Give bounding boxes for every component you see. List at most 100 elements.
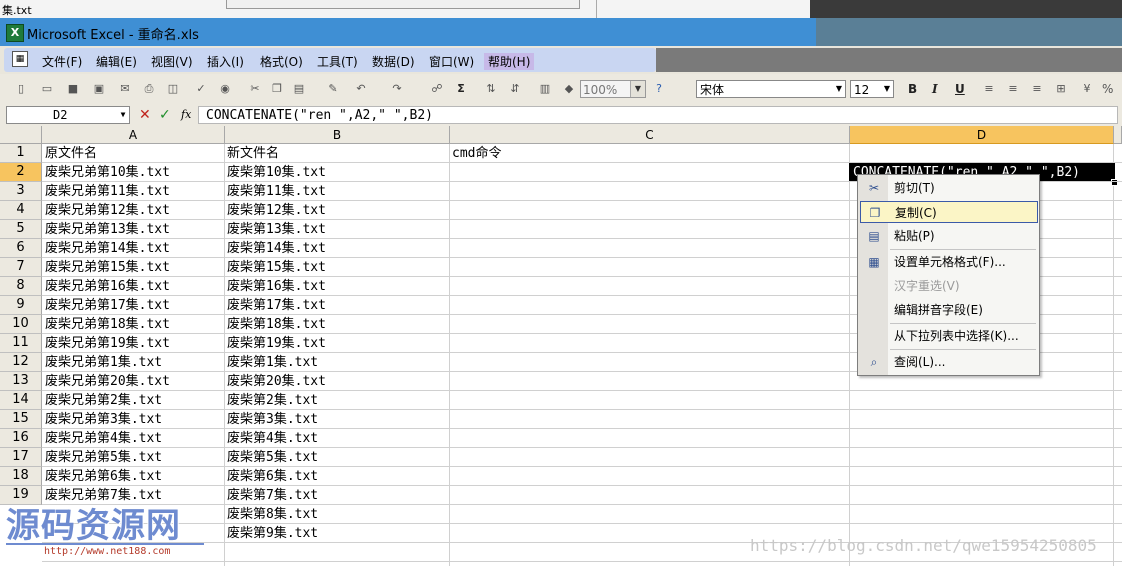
cell-b[interactable]: 废柴第18集.txt — [225, 315, 449, 334]
cell-a[interactable]: 废柴兄弟第10集.txt — [43, 163, 224, 182]
font-size-select[interactable]: 12 ▼ — [850, 80, 894, 98]
cell-a[interactable]: 废柴兄弟第15集.txt — [43, 258, 224, 277]
row-header[interactable]: 17 — [0, 448, 42, 467]
drawing-icon[interactable]: ◆ — [562, 82, 576, 96]
cell-a[interactable]: 废柴兄弟第1集.txt — [43, 353, 224, 372]
spelling-icon[interactable]: ✓ — [194, 82, 208, 96]
open-icon[interactable]: ▭ — [40, 82, 54, 96]
cell-b[interactable]: 废柴第9集.txt — [225, 524, 449, 543]
cell-b[interactable]: 废柴第12集.txt — [225, 201, 449, 220]
cell-b[interactable]: 废柴第1集.txt — [225, 353, 449, 372]
row-header[interactable]: 9 — [0, 296, 42, 315]
cell-a[interactable]: 废柴兄弟第19集.txt — [43, 334, 224, 353]
cell-b[interactable]: 废柴第15集.txt — [225, 258, 449, 277]
menu-view[interactable]: 视图(V) — [151, 53, 193, 70]
cell-b[interactable]: 废柴第19集.txt — [225, 334, 449, 353]
menu-tools[interactable]: 工具(T) — [317, 53, 358, 70]
cell-b[interactable]: 废柴第3集.txt — [225, 410, 449, 429]
cell-b[interactable]: 废柴第2集.txt — [225, 391, 449, 410]
cell-a[interactable]: 废柴兄弟第6集.txt — [43, 467, 224, 486]
workbook-icon[interactable]: ▦ — [12, 51, 28, 67]
row-header[interactable]: 15 — [0, 410, 42, 429]
insert-function-icon[interactable]: fx — [181, 108, 191, 121]
cell-a1[interactable]: 原文件名 — [43, 144, 224, 163]
row-header[interactable]: 10 — [0, 315, 42, 334]
cell-a[interactable]: 废柴兄弟第5集.txt — [43, 448, 224, 467]
menu-file[interactable]: 文件(F) — [42, 53, 82, 70]
cell-b[interactable]: 废柴第8集.txt — [225, 505, 449, 524]
undo-icon[interactable]: ↶ — [354, 82, 368, 96]
cell-a[interactable]: 废柴兄弟第2集.txt — [43, 391, 224, 410]
cell-a[interactable]: 废柴兄弟第13集.txt — [43, 220, 224, 239]
chevron-down-icon[interactable]: ▼ — [630, 81, 645, 97]
column-header-b[interactable]: B — [225, 126, 450, 144]
research-icon[interactable]: ◉ — [218, 82, 232, 96]
row-header[interactable]: 11 — [0, 334, 42, 353]
help-icon[interactable]: ? — [652, 82, 666, 96]
permission-icon[interactable]: ▣ — [92, 82, 106, 96]
percent-button[interactable]: % — [1102, 82, 1113, 96]
context-menu-cut[interactable]: ✂ 剪切(T) — [860, 177, 1038, 199]
cell-b[interactable]: 废柴第6集.txt — [225, 467, 449, 486]
column-header-a[interactable]: A — [42, 126, 225, 144]
row-header[interactable]: 6 — [0, 239, 42, 258]
print-preview-icon[interactable]: ◫ — [166, 82, 180, 96]
merge-center-icon[interactable]: ⊞ — [1054, 82, 1068, 96]
menu-edit[interactable]: 编辑(E) — [96, 53, 137, 70]
row-header[interactable]: 14 — [0, 391, 42, 410]
cell-a[interactable]: 废柴兄弟第12集.txt — [43, 201, 224, 220]
cell-a[interactable]: 废柴兄弟第14集.txt — [43, 239, 224, 258]
row-header[interactable]: 2 — [0, 163, 42, 182]
row-header[interactable]: 13 — [0, 372, 42, 391]
italic-button[interactable]: I — [932, 82, 938, 96]
cell-a[interactable]: 废柴兄弟第3集.txt — [43, 410, 224, 429]
hyperlink-icon[interactable]: ☍ — [430, 82, 444, 96]
font-name-select[interactable]: 宋体 ▼ — [696, 80, 846, 98]
column-header-c[interactable]: C — [450, 126, 850, 144]
cell-a[interactable]: 废柴兄弟第17集.txt — [43, 296, 224, 315]
row-header[interactable]: 7 — [0, 258, 42, 277]
redo-icon[interactable]: ↷ — [390, 82, 404, 96]
name-box[interactable]: D2 ▼ — [6, 106, 130, 124]
new-icon[interactable]: ▯ — [14, 82, 28, 96]
autosum-icon[interactable]: Σ — [454, 82, 468, 96]
context-menu-copy[interactable]: ❐ 复制(C) — [860, 201, 1038, 223]
row-header[interactable]: 3 — [0, 182, 42, 201]
row-header[interactable]: 4 — [0, 201, 42, 220]
cell-b[interactable]: 废柴第7集.txt — [225, 486, 449, 505]
cell-b[interactable]: 废柴第13集.txt — [225, 220, 449, 239]
cell-a[interactable]: 废柴兄弟第4集.txt — [43, 429, 224, 448]
format-painter-icon[interactable]: ✎ — [326, 82, 340, 96]
menu-help[interactable]: 帮助(H) — [484, 53, 535, 70]
zoom-select[interactable]: 100% ▼ — [580, 80, 646, 98]
email-icon[interactable]: ✉ — [118, 82, 132, 96]
row-header[interactable]: 5 — [0, 220, 42, 239]
chevron-down-icon[interactable]: ▼ — [117, 107, 129, 123]
context-menu-pick-from-list[interactable]: 从下拉列表中选择(K)... — [860, 325, 1038, 347]
cell-b[interactable]: 废柴第17集.txt — [225, 296, 449, 315]
menu-window[interactable]: 窗口(W) — [429, 53, 474, 70]
cell-b[interactable]: 废柴第4集.txt — [225, 429, 449, 448]
print-icon[interactable]: ⎙ — [142, 82, 156, 96]
cell-b[interactable]: 废柴第16集.txt — [225, 277, 449, 296]
cell-a[interactable]: 废柴兄弟第18集.txt — [43, 315, 224, 334]
enter-icon[interactable]: ✓ — [159, 107, 171, 123]
formula-input[interactable]: CONCATENATE("ren ",A2," ",B2) — [198, 106, 1118, 124]
chart-wizard-icon[interactable]: ▥ — [538, 82, 552, 96]
cell-c1[interactable]: cmd命令 — [450, 144, 849, 163]
column-header-e[interactable] — [1114, 126, 1122, 144]
chevron-down-icon[interactable]: ▼ — [881, 81, 893, 97]
bold-button[interactable]: B — [908, 82, 917, 96]
excel-app-icon[interactable]: X — [6, 24, 24, 42]
cut-icon[interactable]: ✂ — [248, 82, 262, 96]
cell-b[interactable]: 废柴第5集.txt — [225, 448, 449, 467]
menu-insert[interactable]: 插入(I) — [207, 53, 244, 70]
chevron-down-icon[interactable]: ▼ — [833, 81, 845, 97]
row-header[interactable]: 12 — [0, 353, 42, 372]
menu-data[interactable]: 数据(D) — [372, 53, 415, 70]
paste-icon[interactable]: ▤ — [292, 82, 306, 96]
sort-ascending-icon[interactable]: ⇅ — [484, 82, 498, 96]
cell-a[interactable]: 废柴兄弟第11集.txt — [43, 182, 224, 201]
copy-icon[interactable]: ❐ — [270, 82, 284, 96]
cell-a[interactable]: 废柴兄弟第20集.txt — [43, 372, 224, 391]
